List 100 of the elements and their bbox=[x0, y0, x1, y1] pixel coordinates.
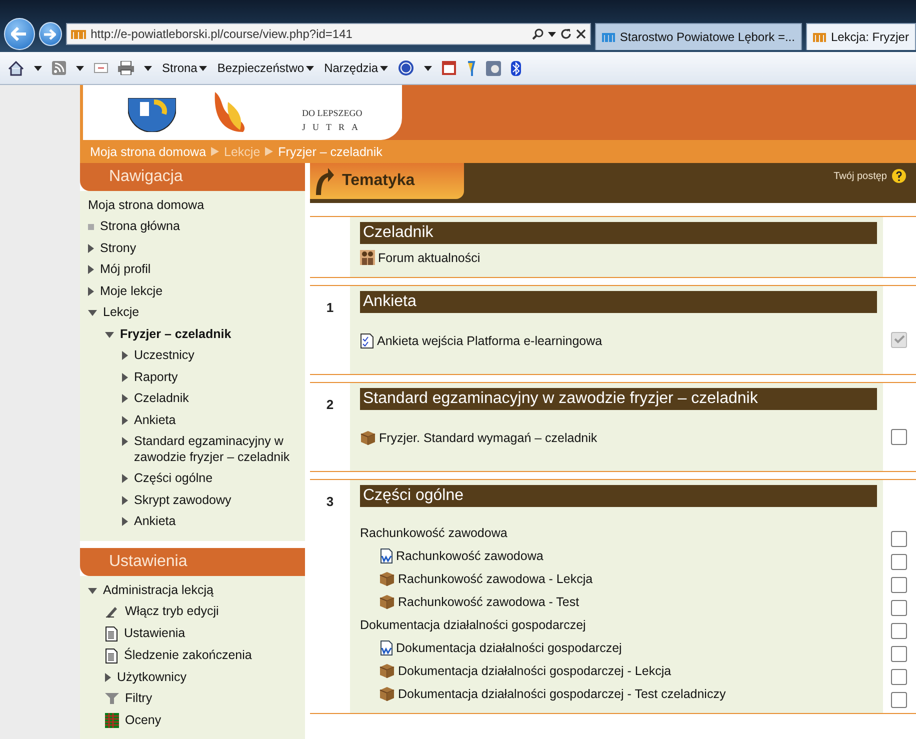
completion-checkbox[interactable] bbox=[891, 428, 907, 444]
nav-item[interactable]: Administracja lekcją bbox=[88, 580, 305, 601]
caret-icon bbox=[380, 66, 388, 70]
nav-item[interactable]: Skrypt zawodowy bbox=[88, 490, 305, 512]
nav-item[interactable]: Ustawienia bbox=[88, 622, 305, 644]
help-icon[interactable] bbox=[892, 169, 906, 183]
pen-icon bbox=[105, 604, 119, 618]
bullet-icon bbox=[88, 224, 94, 230]
bluetooth-icon[interactable] bbox=[511, 60, 522, 76]
home-icon[interactable] bbox=[8, 60, 24, 76]
section-title: Standard egzaminacyjny w zawodzie fryzjer – czeladnik bbox=[360, 388, 877, 410]
separator-arrow-icon bbox=[211, 147, 220, 156]
nav-item[interactable]: Części ogólne bbox=[88, 468, 305, 490]
search-icon bbox=[532, 28, 544, 40]
caret-icon bbox=[548, 32, 556, 36]
address-bar[interactable]: http://e-powiatleborski.pl/course/view.php?id=141 bbox=[66, 23, 591, 45]
note-icon[interactable] bbox=[442, 61, 456, 75]
topics-tab[interactable]: Tematyka bbox=[310, 163, 464, 199]
nav-item[interactable]: Moja strona domowa bbox=[88, 194, 305, 216]
nav-item[interactable]: Ankieta bbox=[88, 410, 305, 432]
box-icon bbox=[379, 663, 395, 678]
completion-checkbox[interactable] bbox=[891, 622, 907, 638]
help-icon[interactable] bbox=[398, 60, 414, 76]
nav-item[interactable]: Mój profil bbox=[88, 259, 305, 281]
tagline-text: JUTRA bbox=[302, 122, 366, 132]
nav-item[interactable]: Oceny bbox=[88, 710, 305, 731]
forward-button[interactable] bbox=[38, 22, 62, 46]
section-number: 2 bbox=[326, 397, 334, 412]
nav-item[interactable]: Standard egzaminacyjny w zawodzie fryzjer – czeladnik bbox=[88, 431, 305, 468]
activity-link[interactable]: Rachunkowość zawodowa - Test bbox=[398, 594, 580, 608]
collapsed-arrow-icon bbox=[122, 517, 128, 526]
nav-item[interactable]: Ankieta bbox=[88, 511, 305, 533]
block-header: Ustawienia bbox=[80, 548, 305, 576]
nav-item[interactable]: Użytkownicy bbox=[88, 666, 305, 688]
nav-item[interactable]: Strona główna bbox=[88, 216, 305, 238]
nav-item[interactable]: Filtry bbox=[88, 688, 305, 710]
grid-icon bbox=[105, 712, 119, 728]
collapsed-arrow-icon bbox=[122, 416, 128, 425]
nav-item[interactable]: Fryzjer – czeladnik bbox=[88, 324, 305, 346]
back-arrow-icon bbox=[11, 27, 28, 41]
block-header: Nawigacja bbox=[80, 163, 305, 191]
box-icon bbox=[379, 686, 395, 701]
activity-link[interactable]: Fryzjer. Standard wymagań – czeladnik bbox=[379, 430, 598, 444]
activity-link[interactable]: Forum aktualności bbox=[378, 250, 480, 264]
nav-item[interactable]: Śledzenie zakończenia bbox=[88, 644, 305, 666]
document-icon bbox=[105, 648, 118, 664]
browser-tab[interactable]: Lekcja: Fryzjer bbox=[806, 23, 916, 50]
completion-checkbox[interactable] bbox=[891, 576, 907, 592]
site-logo-icon bbox=[70, 28, 87, 40]
activity-link[interactable]: Rachunkowość zawodowa - Lekcja bbox=[398, 572, 593, 586]
completion-checkbox[interactable] bbox=[891, 646, 907, 662]
caret-icon bbox=[306, 66, 314, 70]
completion-checkbox[interactable] bbox=[891, 692, 907, 708]
url-text: http://e-powiatleborski.pl/course/view.php?id=141 bbox=[90, 27, 354, 41]
people-icon bbox=[360, 250, 375, 265]
funnel-icon bbox=[105, 691, 119, 704]
browser-tab[interactable]: Starostwo Powiatowe Lębork =... bbox=[594, 23, 802, 50]
completion-checkbox[interactable] bbox=[891, 530, 907, 546]
activity-label: Dokumentacja działalności gospodarczej bbox=[360, 618, 586, 632]
expanded-arrow-icon bbox=[88, 588, 97, 594]
section-number: 3 bbox=[326, 494, 334, 509]
section-number: 1 bbox=[326, 300, 334, 315]
tagline-text: DO LEPSZEGO bbox=[302, 108, 364, 118]
feed-icon[interactable] bbox=[52, 61, 66, 75]
nav-item[interactable]: Moje lekcje bbox=[88, 280, 305, 302]
completion-checkbox[interactable] bbox=[891, 600, 907, 616]
completion-checkbox[interactable] bbox=[891, 668, 907, 684]
activity-link[interactable]: Dokumentacja działalności gospodarczej - Lekcja bbox=[398, 664, 672, 678]
document-icon bbox=[379, 548, 393, 564]
close-icon bbox=[576, 29, 586, 39]
activity-link[interactable]: Ankieta wejścia Platforma e-learningowa bbox=[377, 334, 602, 348]
nav-item[interactable]: Czeladnik bbox=[88, 388, 305, 410]
activity-link[interactable]: Rachunkowość zawodowa bbox=[396, 548, 544, 562]
caret-icon bbox=[76, 66, 84, 70]
activity-link[interactable]: Dokumentacja działalności gospodarczej bbox=[396, 640, 622, 654]
mail-icon[interactable] bbox=[94, 63, 108, 73]
section-title: Ankieta bbox=[360, 291, 877, 313]
completion-checkbox[interactable] bbox=[891, 332, 907, 348]
toolbar-menu[interactable]: Strona bbox=[162, 61, 208, 75]
coat-of-arms-icon bbox=[128, 98, 176, 132]
activity-link[interactable]: Dokumentacja działalności gospodarczej - Test czeladniczy bbox=[398, 686, 726, 700]
nav-item[interactable]: Włącz tryb edycji bbox=[88, 601, 305, 622]
nav-item[interactable]: Uczestnicy bbox=[88, 345, 305, 367]
caret-icon bbox=[199, 66, 208, 70]
nav-item[interactable]: Raporty bbox=[88, 366, 305, 388]
toolbar-menu[interactable]: Bezpieczeństwo bbox=[217, 61, 314, 75]
toolbar-menu[interactable]: Narzędzia bbox=[324, 61, 388, 75]
collapsed-arrow-icon bbox=[88, 244, 94, 253]
collapsed-arrow-icon bbox=[122, 474, 128, 484]
progress-label: Twój postęp bbox=[834, 170, 887, 182]
expanded-arrow-icon bbox=[88, 310, 97, 316]
printer-icon[interactable] bbox=[118, 61, 134, 75]
collapsed-arrow-icon bbox=[122, 372, 128, 382]
back-button[interactable] bbox=[4, 18, 35, 50]
nav-item[interactable]: Lekcje bbox=[88, 302, 305, 324]
collapsed-arrow-icon bbox=[88, 286, 94, 296]
activity-label: Rachunkowość zawodowa bbox=[360, 526, 508, 540]
caret-icon bbox=[144, 66, 152, 70]
completion-checkbox[interactable] bbox=[891, 554, 907, 570]
nav-item[interactable]: Strony bbox=[88, 238, 305, 260]
